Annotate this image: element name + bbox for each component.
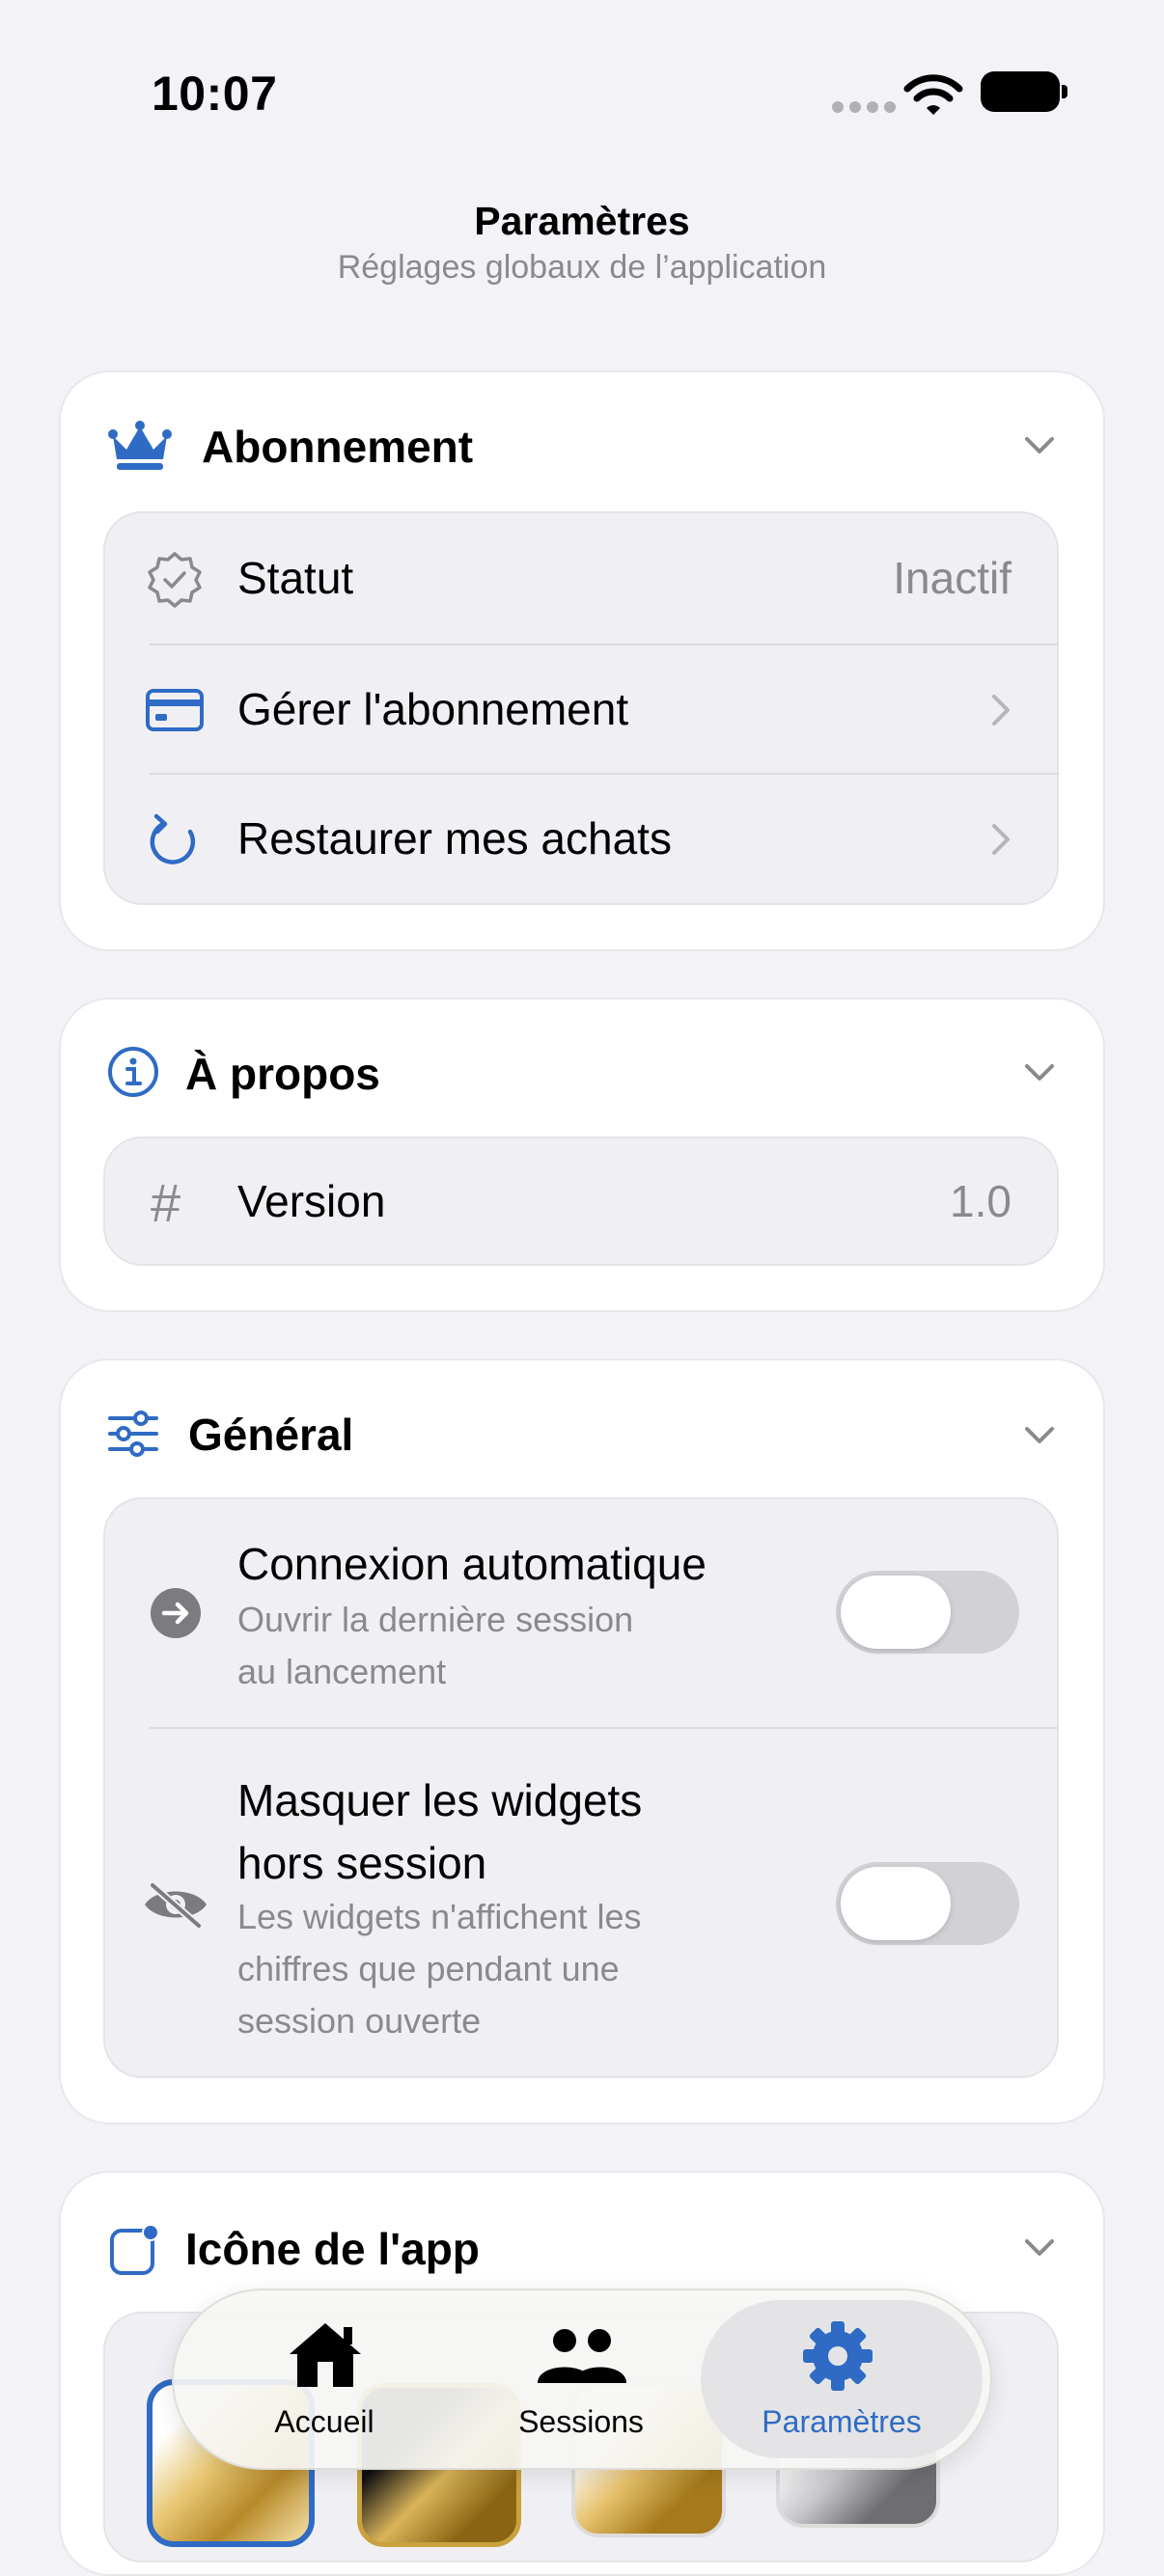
general-section-title: Général [188,1410,354,1460]
hide-widgets-label: Masquer les widgets hors session [237,1769,642,1895]
tab-parametres-label: Paramètres [762,2404,922,2439]
app-icon-section-title: Icône de l'app [185,2224,480,2274]
restore-arrow-icon [147,810,203,873]
page-subtitle: Réglages globaux de l’application [337,249,827,286]
hide-widgets-toggle[interactable] [836,1862,1019,1945]
hide-widgets-description-line: chiffres que pendant une [237,1949,620,1988]
hide-widgets-label-line: hors session [237,1838,487,1888]
wifi-icon [903,73,963,121]
chevron-right-icon [986,691,1013,734]
app-badge-icon [108,2223,162,2282]
arrow-right-circle-icon [150,1587,202,1644]
chevron-right-icon [986,820,1013,863]
toggle-knob [841,1867,951,1940]
version-label: Version [237,1176,386,1226]
general-collapse-chevron-icon[interactable] [1019,1414,1060,1455]
hide-widgets-label-line: Masquer les widgets [237,1775,643,1825]
auto-connect-label: Connexion automatique [237,1539,707,1589]
eye-slash-icon [141,1879,210,1934]
status-time: 10:07 [152,67,278,121]
restore-purchases-label: Restaurer mes achats [237,813,672,863]
toggle-knob [841,1576,951,1649]
signal-dots-icon [832,100,901,118]
auto-connect-description-line: Ouvrir la dernière session [237,1600,634,1639]
version-value: 1.0 [950,1176,1012,1226]
page-title: Paramètres [474,199,690,243]
status-value: Inactif [893,553,1012,603]
hide-widgets-description: Les widgets n'affichent les chiffres que… [237,1891,641,2047]
about-collapse-chevron-icon[interactable] [1019,1052,1060,1092]
hash-icon: # [151,1172,181,1233]
people-icon [536,2327,628,2390]
gear-icon [801,2319,874,2398]
manage-subscription-label: Gérer l'abonnement [237,684,629,734]
subscription-section-title: Abonnement [202,422,474,472]
seal-check-icon [145,550,205,615]
app-icon-collapse-chevron-icon[interactable] [1019,2227,1060,2267]
auto-connect-description-line: au lancement [237,1652,447,1691]
auto-connect-toggle[interactable] [836,1571,1019,1654]
battery-icon [981,71,1060,112]
row-separator [150,1727,1059,1729]
battery-cap [1062,85,1067,98]
credit-card-icon [145,687,205,738]
info-icon [106,1045,160,1104]
tab-accueil-label: Accueil [274,2404,374,2439]
subscription-collapse-chevron-icon[interactable] [1019,425,1060,465]
about-section-title: À propos [185,1049,380,1099]
status-label: Statut [237,553,354,603]
tab-sessions-label: Sessions [518,2404,644,2439]
crown-icon [107,419,173,478]
hide-widgets-description-line: Les widgets n'affichent les [237,1897,642,1936]
hide-widgets-description-line: session ouverte [237,2001,482,2041]
auto-connect-description: Ouvrir la dernière session au lancement [237,1594,633,1698]
house-icon [286,2319,365,2394]
sliders-icon [106,1409,160,1464]
